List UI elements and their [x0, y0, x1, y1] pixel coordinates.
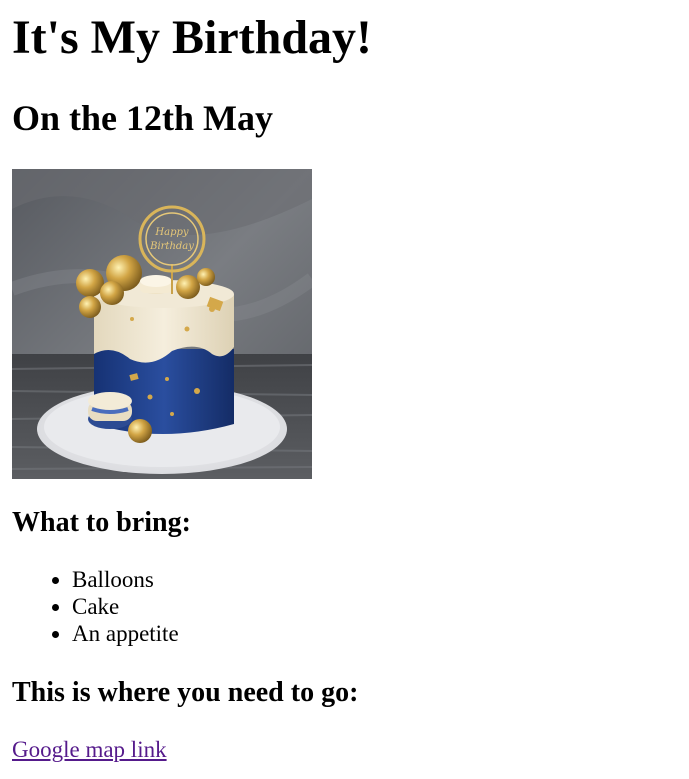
svg-text:Birthday: Birthday [149, 241, 194, 252]
list-item: Cake [72, 593, 179, 620]
birthday-cake-image: Happy Birthday [12, 169, 312, 479]
google-map-link[interactable]: Google map link [12, 735, 167, 765]
event-date-heading: On the 12th May [12, 98, 273, 138]
list-item: An appetite [72, 620, 179, 647]
page-title: It's My Birthday! [12, 11, 372, 64]
what-to-bring-heading: What to bring: [12, 507, 191, 538]
list-item: Balloons [72, 566, 179, 593]
bring-list: Balloons Cake An appetite [12, 566, 179, 647]
location-heading: This is where you need to go: [12, 677, 359, 708]
svg-text:Happy: Happy [154, 227, 188, 238]
